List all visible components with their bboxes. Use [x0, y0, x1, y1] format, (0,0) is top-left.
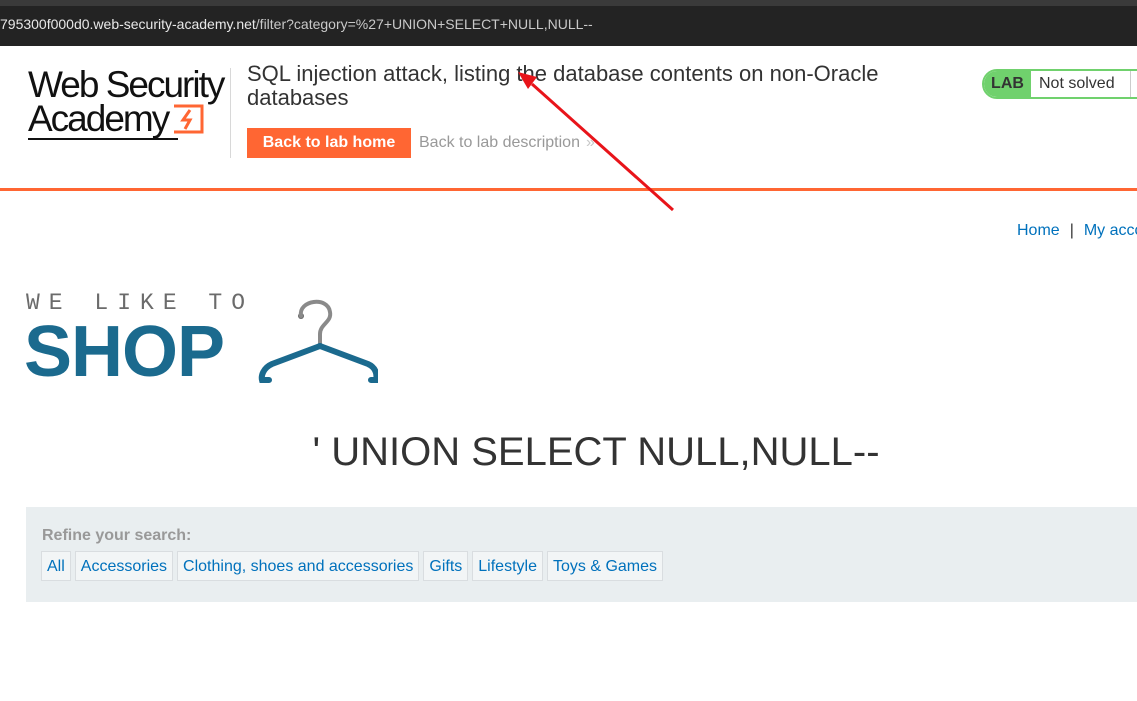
- lab-title: SQL injection attack, listing the databa…: [247, 61, 879, 110]
- lightning-bolt-icon: [174, 104, 204, 134]
- badge-separator: [1130, 71, 1131, 97]
- nav-my-account-link[interactable]: My acco: [1084, 222, 1137, 239]
- back-to-lab-description-label: Back to lab description: [419, 134, 580, 151]
- header-divider: [230, 68, 231, 158]
- back-to-lab-description-link[interactable]: Back to lab description »: [419, 134, 595, 152]
- category-filters: All Accessories Clothing, shoes and acce…: [41, 551, 664, 581]
- lab-status-badge: LAB Not solved: [982, 69, 1137, 99]
- category-filter-accessories[interactable]: Accessories: [74, 551, 174, 581]
- refine-search-label: Refine your search:: [42, 527, 192, 544]
- hanger-icon: [258, 300, 378, 383]
- top-navigation: Home | My acco: [1017, 222, 1137, 240]
- lab-pill: LAB: [984, 71, 1031, 97]
- category-filter-gifts[interactable]: Gifts: [423, 551, 469, 581]
- url-path: /filter?category=%27+UNION+SELECT+NULL,N…: [255, 16, 593, 32]
- lab-status-text: Not solved: [1039, 75, 1115, 92]
- logo-underline: [28, 138, 178, 140]
- address-bar-url[interactable]: 795300f000d0.web-security-academy.net/fi…: [0, 16, 593, 32]
- header-rule: [0, 188, 1137, 191]
- shop-logo-name: SHOP: [24, 312, 225, 392]
- double-chevron-icon: »: [585, 134, 595, 151]
- filter-panel: Refine your search: All Accessories Clot…: [26, 507, 1137, 602]
- category-filter-lifestyle[interactable]: Lifestyle: [472, 551, 543, 581]
- nav-separator: |: [1069, 222, 1074, 239]
- category-filter-clothing[interactable]: Clothing, shoes and accessories: [177, 551, 420, 581]
- address-bar[interactable]: 795300f000d0.web-security-academy.net/fi…: [0, 6, 1137, 46]
- logo-line-2: Academy: [28, 98, 170, 139]
- search-results-heading: ' UNION SELECT NULL,NULL--: [312, 430, 880, 474]
- url-host: 795300f000d0.web-security-academy.net: [0, 16, 256, 32]
- category-filter-toys-games[interactable]: Toys & Games: [546, 551, 664, 581]
- category-filter-all[interactable]: All: [41, 551, 71, 581]
- nav-home-link[interactable]: Home: [1017, 222, 1060, 239]
- back-to-lab-home-button[interactable]: Back to lab home: [247, 128, 411, 158]
